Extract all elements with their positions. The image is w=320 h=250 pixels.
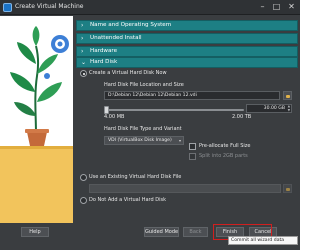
disk-size-slider[interactable] [104, 109, 244, 111]
virtualbox-icon [3, 3, 12, 12]
section-label: Hardware [90, 48, 118, 54]
disk-type-value: VDI (VirtualBox Disk Image) [108, 138, 172, 143]
chevron-down-icon: ▾ [178, 138, 181, 143]
folder-icon[interactable] [283, 91, 292, 100]
existing-disk-label: Use an Existing Virtual Hard Disk File [89, 174, 182, 180]
disk-size-slider-handle[interactable] [104, 106, 110, 114]
plant-illustration [0, 16, 73, 223]
section-label: Name and Operating System [90, 22, 172, 28]
chevron-right-icon: › [81, 22, 84, 29]
section-unattended-install[interactable]: › Unattended Install [76, 33, 298, 44]
section-label: Hard Disk [90, 59, 118, 65]
maximize-icon[interactable]: □ [270, 1, 283, 13]
size-min-label: 4.00 MB [104, 114, 125, 120]
wizard-content: › Name and Operating System › Unattended… [76, 17, 298, 222]
no-disk-radio[interactable] [80, 197, 87, 204]
create-disk-radio[interactable] [80, 70, 87, 77]
section-hardware[interactable]: › Hardware [76, 46, 298, 57]
location-label: Hard Disk File Location and Size [104, 82, 184, 88]
chevron-down-icon: ⌄ [81, 59, 87, 66]
section-hard-disk[interactable]: ⌄ Hard Disk [76, 57, 298, 68]
finish-tooltip: Commit all wizard data [228, 236, 298, 245]
type-label: Hard Disk File Type and Variant [104, 126, 182, 132]
minimize-icon[interactable]: – [256, 1, 269, 13]
window-title: Create Virtual Machine [15, 3, 84, 10]
existing-disk-select[interactable] [89, 184, 281, 193]
chevron-right-icon: › [81, 35, 84, 42]
folder-icon[interactable] [283, 184, 292, 193]
section-name-and-os[interactable]: › Name and Operating System [76, 20, 298, 31]
preallocate-label: Pre-allocate Full Size [199, 143, 251, 149]
disk-location-field[interactable]: D:\Debian 12\Debian 12\Debian 12.vdi [104, 91, 280, 100]
disk-size-value: 30.00 GB [263, 106, 285, 111]
back-button[interactable]: Back [183, 227, 208, 237]
no-disk-label: Do Not Add a Virtual Hard Disk [89, 197, 166, 203]
title-bar[interactable]: Create Virtual Machine – □ ✕ [0, 0, 300, 15]
wizard-illustration [0, 16, 73, 223]
help-button[interactable]: Help [21, 227, 49, 237]
split-checkbox[interactable] [189, 153, 196, 160]
split-label: Split into 2GB parts [199, 153, 248, 159]
section-label: Unattended Install [90, 35, 142, 41]
close-icon[interactable]: ✕ [285, 1, 298, 13]
create-vm-window: Create Virtual Machine – □ ✕ › Name and … [0, 0, 300, 250]
guided-mode-button[interactable]: Guided Mode [144, 227, 179, 237]
existing-disk-radio[interactable] [80, 174, 87, 181]
create-disk-label: Create a Virtual Hard Disk Now [89, 70, 167, 76]
spin-arrows-icon[interactable]: ▲ ▼ [288, 104, 290, 112]
preallocate-checkbox[interactable] [189, 143, 196, 150]
size-max-label: 2.00 TB [232, 114, 252, 120]
disk-size-field[interactable]: 30.00 GB ▲ ▼ [246, 104, 292, 113]
disk-type-select[interactable]: VDI (VirtualBox Disk Image) ▾ [104, 136, 184, 145]
chevron-right-icon: › [81, 48, 84, 55]
